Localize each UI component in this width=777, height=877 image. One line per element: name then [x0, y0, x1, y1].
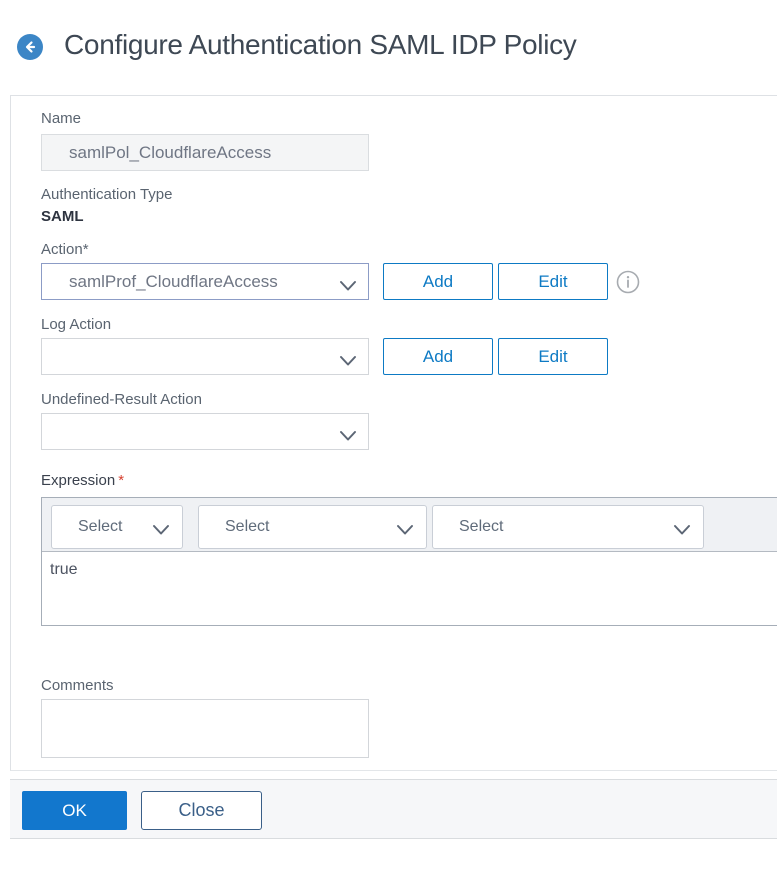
- arrow-left-icon: [22, 39, 38, 55]
- page-header: Configure Authentication SAML IDP Policy: [0, 0, 777, 95]
- footer-bar: OK Close: [10, 779, 777, 839]
- expression-input[interactable]: true: [42, 553, 777, 625]
- action-select[interactable]: samlProf_CloudflareAccess: [41, 263, 369, 300]
- name-input[interactable]: [41, 134, 369, 171]
- back-button[interactable]: [17, 34, 43, 60]
- log-action-label: Log Action: [41, 316, 111, 333]
- undefined-result-action-select[interactable]: [41, 413, 369, 450]
- comments-input[interactable]: [41, 699, 369, 758]
- page-title: Configure Authentication SAML IDP Policy: [64, 29, 577, 61]
- expression-label-row: Expression*: [41, 472, 124, 489]
- log-action-edit-button[interactable]: Edit: [498, 338, 608, 375]
- log-action-add-button[interactable]: Add: [383, 338, 493, 375]
- expression-label: Expression: [41, 472, 115, 489]
- required-marker: *: [118, 472, 124, 489]
- form-panel: Name Authentication Type SAML Action* sa…: [10, 95, 777, 771]
- expression-select-2-value: Select: [225, 518, 269, 536]
- chevron-down-icon: [339, 277, 357, 289]
- action-add-button[interactable]: Add: [383, 263, 493, 300]
- action-label: Action*: [41, 241, 89, 258]
- expression-toolbar: Select Select Sele: [42, 498, 777, 552]
- action-edit-button[interactable]: Edit: [498, 263, 608, 300]
- configure-saml-idp-policy-dialog: Configure Authentication SAML IDP Policy…: [0, 0, 777, 877]
- expression-select-3[interactable]: Select: [432, 505, 704, 549]
- chevron-down-icon: [339, 427, 357, 439]
- expression-select-2[interactable]: Select: [198, 505, 427, 549]
- chevron-down-icon: [396, 523, 414, 535]
- authentication-type-label: Authentication Type: [41, 186, 172, 203]
- undefined-result-action-label: Undefined-Result Action: [41, 391, 202, 408]
- comments-label: Comments: [41, 677, 114, 694]
- expression-editor: Select Select Sele: [41, 497, 777, 626]
- chevron-down-icon: [673, 523, 691, 535]
- close-button[interactable]: Close: [141, 791, 262, 830]
- chevron-down-icon: [152, 523, 170, 535]
- chevron-down-icon: [339, 352, 357, 364]
- expression-select-3-value: Select: [459, 518, 503, 536]
- info-icon[interactable]: [616, 270, 640, 294]
- expression-select-1[interactable]: Select: [51, 505, 183, 549]
- authentication-type-value: SAML: [41, 208, 84, 225]
- ok-button[interactable]: OK: [22, 791, 127, 830]
- expression-select-1-value: Select: [78, 518, 122, 536]
- name-label: Name: [41, 110, 81, 127]
- action-select-value: samlProf_CloudflareAccess: [69, 272, 278, 292]
- log-action-select[interactable]: [41, 338, 369, 375]
